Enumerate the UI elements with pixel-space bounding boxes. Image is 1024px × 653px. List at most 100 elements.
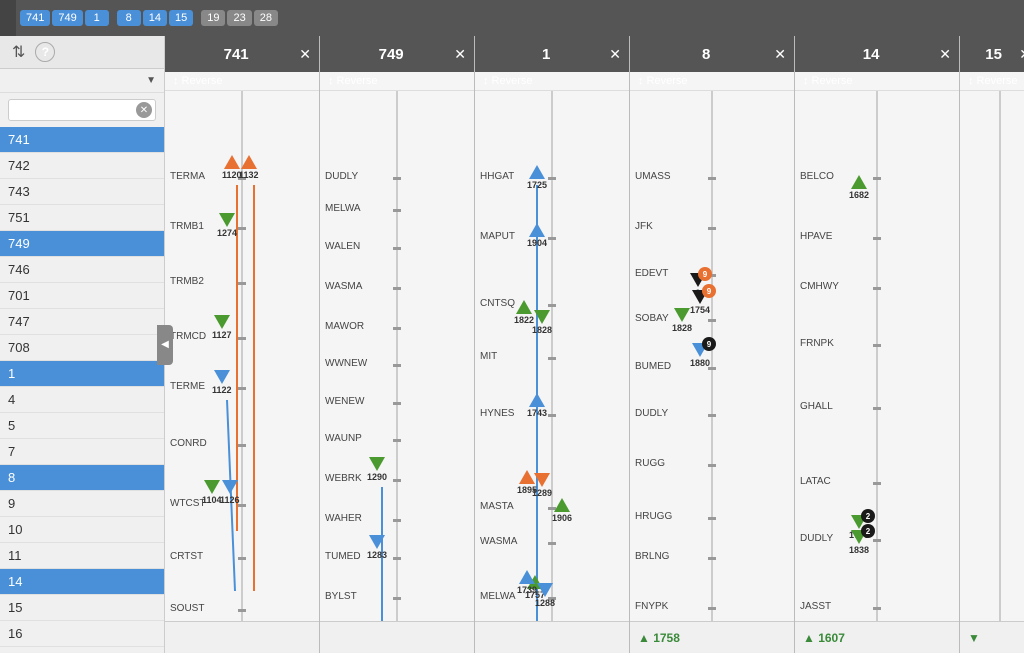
- bottom-bar-749: [320, 621, 474, 653]
- panel-header-741: 741✕: [165, 36, 319, 72]
- stop-label-741-WTCST: WTCST: [170, 498, 206, 509]
- stop-label-8-EDEVT: EDEVT: [635, 268, 668, 279]
- panel-close-1[interactable]: ✕: [609, 46, 621, 63]
- vehicle-749-1283: 1283: [367, 535, 387, 560]
- stop-label-1-MASTA: MASTA: [480, 501, 514, 512]
- route-item-9[interactable]: 9: [0, 491, 164, 517]
- stop-label-749-WWNEW: WWNEW: [325, 358, 367, 369]
- panel-title-749: 749: [328, 46, 454, 63]
- vehicle-749-1290: 1290: [367, 457, 387, 482]
- panel-close-14[interactable]: ✕: [939, 46, 951, 63]
- reverse-button-749[interactable]: ↕ Reverse: [320, 72, 474, 91]
- reverse-button-1[interactable]: ↕ Reverse: [475, 72, 629, 91]
- panel-close-749[interactable]: ✕: [454, 46, 466, 63]
- tab-741[interactable]: 741: [20, 10, 50, 26]
- panel-title-8: 8: [638, 46, 774, 63]
- panel-close-8[interactable]: ✕: [774, 46, 786, 63]
- route-item-701[interactable]: 701: [0, 283, 164, 309]
- stops-area-8: UMASSJFKEDEVTSOBAYBUMEDDUDLYRUGGHRUGGBRL…: [630, 91, 794, 621]
- route-item-742[interactable]: 742: [0, 153, 164, 179]
- stop-label-741-CRTST: CRTST: [170, 551, 203, 562]
- route-panel-14: 14✕ ↕ ReverseBELCOHPAVECMHWYFRNPKGHALLLAT…: [795, 36, 960, 653]
- route-list: 7417427437517497467017477081457891011141…: [0, 127, 164, 653]
- stop-label-1-WASMA: WASMA: [480, 536, 517, 547]
- stop-label-1-MAPUT: MAPUT: [480, 231, 515, 242]
- stop-label-14-JASST: JASST: [800, 601, 831, 612]
- stop-label-14-LATAC: LATAC: [800, 476, 831, 487]
- help-button[interactable]: ?: [35, 42, 55, 62]
- route-item-8[interactable]: 8: [0, 465, 164, 491]
- route-item-14[interactable]: 14: [0, 569, 164, 595]
- route-item-10[interactable]: 10: [0, 517, 164, 543]
- stop-label-8-UMASS: UMASS: [635, 171, 671, 182]
- vehicle-1-1906: 1906: [552, 498, 572, 523]
- route-search-input[interactable]: [8, 99, 156, 121]
- main-area: ⇅ ? ▼ ✕ 74174274375174974670174770814578…: [0, 36, 1024, 653]
- route-panel-8: 8✕ ↕ ReverseUMASSJFKEDEVTSOBAYBUMEDDUDLYR…: [630, 36, 795, 653]
- route-panel-741: 741✕↕ ReverseTERMATRMB1TRMB2TRMCDTERMECO…: [165, 36, 320, 653]
- panel-close-741[interactable]: ✕: [299, 46, 311, 63]
- vehicle-741-1274: 1274: [217, 213, 237, 238]
- stops-area-741: TERMATRMB1TRMB2TRMCDTERMECONRDWTCSTCRTST…: [165, 91, 319, 621]
- vehicle-1-1743: 1743: [527, 393, 547, 418]
- reverse-button-741[interactable]: ↕ Reverse: [165, 72, 319, 91]
- reverse-button-15[interactable]: ↕ Reverse: [960, 72, 1024, 91]
- route-item-15[interactable]: 15: [0, 595, 164, 621]
- tab-15[interactable]: 15: [169, 10, 193, 26]
- stop-label-1-MIT: MIT: [480, 351, 497, 362]
- tab-23[interactable]: 23: [227, 10, 251, 26]
- stop-label-8-BRLNG: BRLNG: [635, 551, 669, 562]
- panel-header-15: 15✕: [960, 36, 1024, 72]
- tab-group-2: 8 14 15: [113, 10, 198, 26]
- stops-area-749: DUDLYMELWAWALENWASMAMAWORWWNEWWENEWWAUNP…: [320, 91, 474, 621]
- route-item-4[interactable]: 4: [0, 387, 164, 413]
- route-item-16[interactable]: 16: [0, 621, 164, 647]
- sidebar-header: ▼: [0, 69, 164, 93]
- vehicle-741-1132: 1132: [239, 155, 259, 180]
- stop-label-741-TRMB2: TRMB2: [170, 276, 204, 287]
- vehicle-741-1104: 1104: [202, 480, 222, 505]
- reverse-button-8[interactable]: ↕ Reverse: [630, 72, 794, 91]
- stop-label-8-BUMED: BUMED: [635, 361, 671, 372]
- stop-label-1-CNTSQ: CNTSQ: [480, 298, 515, 309]
- vehicle-14-1838: 21838: [849, 530, 869, 555]
- route-item-743[interactable]: 743: [0, 179, 164, 205]
- route-item-747[interactable]: 747: [0, 309, 164, 335]
- vehicle-1-1725: 1725: [527, 165, 547, 190]
- filter-icon-btn[interactable]: ⇅: [8, 40, 29, 64]
- reverse-button-14[interactable]: ↕ Reverse: [795, 72, 959, 91]
- route-item-741[interactable]: 741: [0, 127, 164, 153]
- stop-label-749-WALEN: WALEN: [325, 241, 360, 252]
- tab-19[interactable]: 19: [201, 10, 225, 26]
- dropdown-arrow-icon[interactable]: ▼: [146, 75, 156, 86]
- stop-label-8-FNYPK: FNYPK: [635, 601, 668, 612]
- panels-container: 741✕↕ ReverseTERMATRMB1TRMB2TRMCDTERMECO…: [165, 36, 1024, 653]
- tab-8[interactable]: 8: [117, 10, 141, 26]
- vehicle-741-1122: 1122: [212, 370, 232, 395]
- stop-label-14-HPAVE: HPAVE: [800, 231, 832, 242]
- route-item-708[interactable]: 708: [0, 335, 164, 361]
- stop-label-741-TERMA: TERMA: [170, 171, 205, 182]
- vehicle-8-1754: 91754: [690, 290, 710, 315]
- sidebar-collapse-button[interactable]: ◀: [157, 325, 173, 365]
- route-item-11[interactable]: 11: [0, 543, 164, 569]
- tab-1[interactable]: 1: [85, 10, 109, 26]
- route-item-7[interactable]: 7: [0, 439, 164, 465]
- tab-749[interactable]: 749: [52, 10, 82, 26]
- search-clear-button[interactable]: ✕: [136, 102, 152, 118]
- app-title: [0, 0, 16, 36]
- route-item-746[interactable]: 746: [0, 257, 164, 283]
- stops-area-14: BELCOHPAVECMHWYFRNPKGHALLLATACDUDLYJASST…: [795, 91, 959, 621]
- route-item-5[interactable]: 5: [0, 413, 164, 439]
- stop-label-1-HHGAT: HHGAT: [480, 171, 514, 182]
- panel-title-14: 14: [803, 46, 939, 63]
- tab-14[interactable]: 14: [143, 10, 167, 26]
- stop-label-741-CONRD: CONRD: [170, 438, 207, 449]
- panel-close-15[interactable]: ✕: [1019, 46, 1024, 63]
- route-item-749[interactable]: 749: [0, 231, 164, 257]
- stop-label-749-DUDLY: DUDLY: [325, 171, 358, 182]
- route-item-1[interactable]: 1: [0, 361, 164, 387]
- stop-label-749-WAUNP: WAUNP: [325, 433, 362, 444]
- route-item-751[interactable]: 751: [0, 205, 164, 231]
- tab-28[interactable]: 28: [254, 10, 278, 26]
